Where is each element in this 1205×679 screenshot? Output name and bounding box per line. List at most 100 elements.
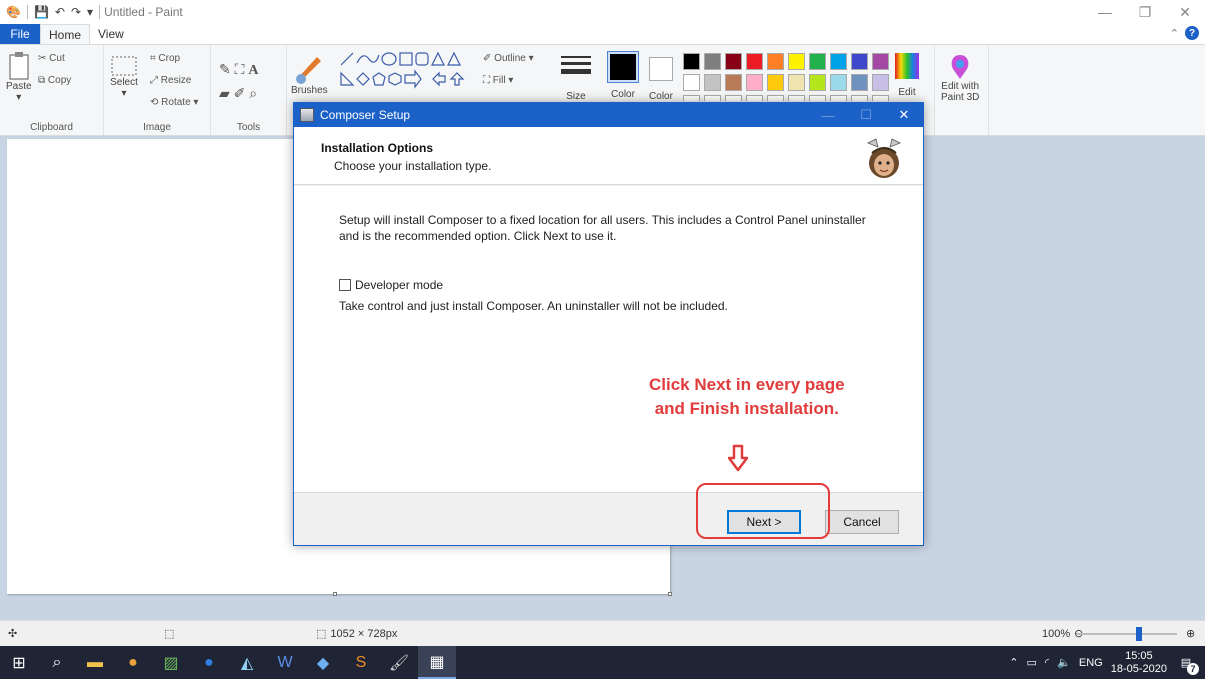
select-label: Select — [110, 77, 138, 88]
magnifier-icon[interactable]: ⌕ — [249, 85, 257, 101]
composer-setup-taskbar-icon[interactable]: ▦ — [418, 646, 456, 679]
clock[interactable]: 15:05 18-05-2020 — [1111, 650, 1167, 676]
palette-swatch[interactable] — [788, 74, 805, 91]
visual-studio-code-icon[interactable]: ◆ — [304, 646, 342, 679]
palette-swatch[interactable] — [851, 53, 868, 70]
palette-swatch[interactable] — [788, 53, 805, 70]
minimize-button[interactable]: — — [1085, 0, 1125, 24]
custom-color-slot[interactable] — [872, 95, 889, 101]
word-icon[interactable]: W — [266, 646, 304, 679]
custom-color-slot[interactable] — [767, 95, 784, 101]
tab-file[interactable]: File — [0, 24, 40, 44]
select-button[interactable]: Select ▾ — [110, 55, 138, 99]
redo-icon[interactable]: ↷ — [71, 5, 81, 19]
chevron-down-icon: ▾ — [121, 88, 127, 99]
palette-swatch[interactable] — [767, 74, 784, 91]
palette-swatch[interactable] — [746, 74, 763, 91]
zoom-slider-thumb[interactable] — [1136, 627, 1142, 641]
notepad-icon[interactable]: ◭ — [228, 646, 266, 679]
palette-swatch[interactable] — [725, 53, 742, 70]
pencil-icon[interactable]: ✎ — [219, 61, 231, 77]
color1-button[interactable]: Color — [607, 51, 639, 100]
paint-icon[interactable]: 🖌 — [380, 646, 418, 679]
size-button[interactable]: Size — [561, 55, 591, 102]
cancel-button[interactable]: Cancel — [825, 510, 899, 534]
sublime-text-icon[interactable]: S — [342, 646, 380, 679]
palette-swatch[interactable] — [809, 53, 826, 70]
system-tray: ⌃ ▭ ◜ 🔈 ENG 15:05 18-05-2020 ▤ 7 — [1009, 646, 1205, 679]
rotate-button[interactable]: ⟲ Rotate ▾ — [150, 97, 198, 108]
dialog-minimize-button[interactable]: — — [809, 103, 847, 127]
brushes-button[interactable]: Brushes — [291, 51, 328, 96]
edit-with-paint3d-button[interactable]: Edit with Paint 3D — [941, 53, 979, 103]
canvas-resize-handle-bottom[interactable] — [333, 592, 337, 596]
zoom-slider[interactable] — [1077, 627, 1177, 641]
chrome-icon[interactable]: ● — [114, 646, 152, 679]
custom-color-slot[interactable] — [725, 95, 742, 101]
close-button[interactable]: ✕ — [1165, 0, 1205, 24]
cut-button[interactable]: ✂ Cut — [38, 53, 65, 64]
image-app-icon[interactable]: ▨ — [152, 646, 190, 679]
developer-mode-label[interactable]: Developer mode — [355, 278, 443, 292]
palette-swatch[interactable] — [725, 74, 742, 91]
developer-mode-checkbox[interactable] — [339, 279, 351, 291]
custom-color-slot[interactable] — [788, 95, 805, 101]
language-indicator[interactable]: ENG — [1079, 657, 1103, 669]
palette-swatch[interactable] — [683, 53, 700, 70]
color-picker-icon[interactable]: ✐ — [234, 85, 246, 101]
battery-icon[interactable]: ▭ — [1027, 656, 1037, 669]
palette-swatch[interactable] — [704, 74, 721, 91]
developer-mode-option[interactable]: Developer mode — [339, 278, 443, 292]
palette-swatch[interactable] — [704, 53, 721, 70]
custom-color-slot[interactable] — [851, 95, 868, 101]
show-hidden-icons-icon[interactable]: ⌃ — [1009, 656, 1018, 669]
copy-button[interactable]: ⧉ Copy — [38, 75, 71, 86]
resize-button[interactable]: ⤢ Resize — [150, 75, 191, 86]
palette-swatch[interactable] — [809, 74, 826, 91]
customize-qat-icon[interactable]: ▾ — [87, 5, 93, 19]
tab-view[interactable]: View — [90, 24, 132, 44]
palette-swatch[interactable] — [683, 74, 700, 91]
palette-swatch[interactable] — [830, 74, 847, 91]
custom-color-slot[interactable] — [704, 95, 721, 101]
eraser-icon[interactable]: ▰ — [219, 85, 230, 101]
windows-start-icon[interactable]: ⊞ — [0, 646, 38, 679]
collapse-ribbon-icon[interactable]: ⌃ — [1170, 27, 1179, 40]
crop-button[interactable]: ⌗ Crop — [150, 53, 180, 64]
custom-color-slot[interactable] — [809, 95, 826, 101]
save-icon[interactable]: 💾 — [34, 5, 49, 19]
custom-color-slot[interactable] — [746, 95, 763, 101]
outline-button[interactable]: ✐ Outline ▾ — [483, 53, 534, 64]
shapes-gallery-icon[interactable] — [337, 49, 477, 93]
palette-swatch[interactable] — [872, 74, 889, 91]
paste-button[interactable]: Paste ▾ — [6, 51, 32, 103]
volume-icon[interactable]: 🔈 — [1057, 656, 1071, 669]
notification-count: 7 — [1187, 662, 1199, 675]
maximize-button[interactable]: ❐ — [1125, 0, 1165, 24]
fill-button[interactable]: ⛶ Fill ▾ — [483, 75, 513, 86]
crop-label: Crop — [158, 53, 181, 64]
tab-home[interactable]: Home — [40, 24, 91, 44]
palette-swatch[interactable] — [830, 53, 847, 70]
palette-swatch[interactable] — [767, 53, 784, 70]
wifi-icon[interactable]: ◜ — [1045, 656, 1049, 669]
file-explorer-icon[interactable]: ▬ — [76, 646, 114, 679]
maps-icon[interactable]: ● — [190, 646, 228, 679]
palette-swatch[interactable] — [872, 53, 889, 70]
search-icon[interactable]: ⌕ — [38, 646, 76, 679]
palette-swatch[interactable] — [851, 74, 868, 91]
canvas-resize-handle-corner[interactable] — [668, 592, 672, 596]
edit-colors-button[interactable]: Edit — [895, 53, 919, 98]
dialog-close-button[interactable]: ✕ — [885, 103, 923, 127]
custom-color-slot[interactable] — [683, 95, 700, 101]
text-tool-icon[interactable]: A — [248, 63, 258, 78]
zoom-in-icon[interactable]: ⊕ — [1186, 627, 1195, 640]
palette-swatch[interactable] — [746, 53, 763, 70]
undo-icon[interactable]: ↶ — [55, 5, 65, 19]
custom-color-slot[interactable] — [830, 95, 847, 101]
fill-bucket-icon[interactable]: ⛶ — [235, 61, 245, 77]
down-arrow-icon — [728, 444, 748, 472]
color2-button[interactable]: Color — [649, 57, 673, 102]
notification-center-icon[interactable]: ▤ 7 — [1175, 652, 1199, 675]
help-icon[interactable]: ? — [1185, 26, 1199, 40]
